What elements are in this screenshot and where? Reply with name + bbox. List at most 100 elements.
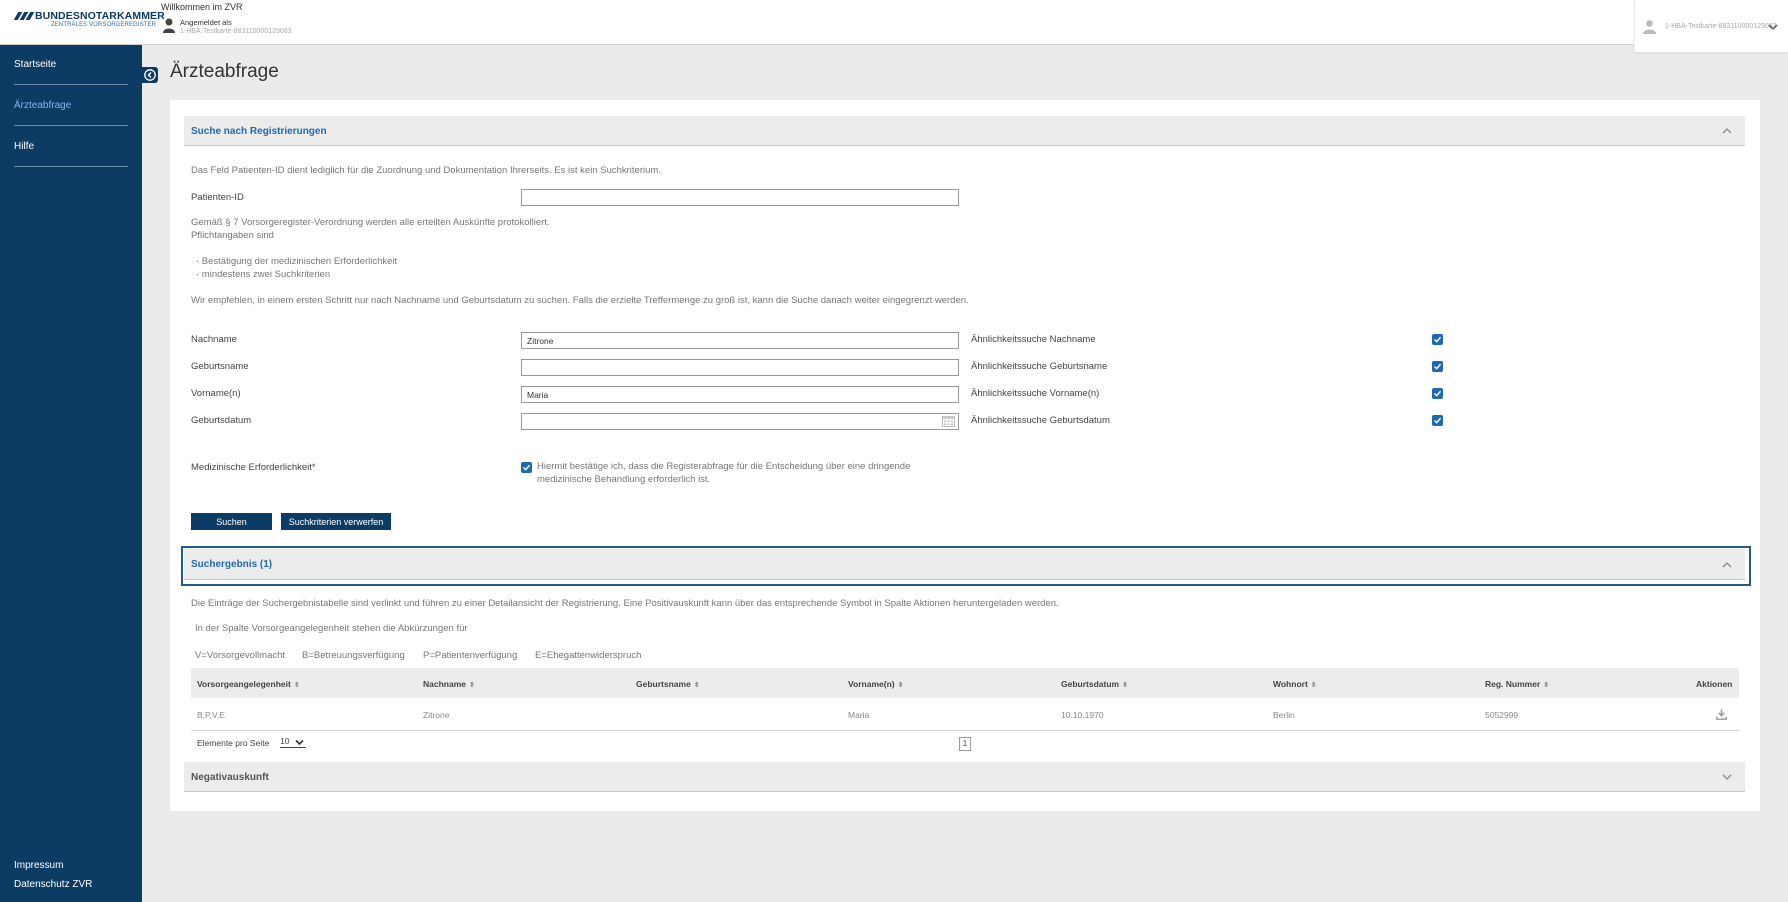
medical-confirm-text: Hiermit bestätige ich, dass die Register…: [537, 461, 911, 472]
required-label: Pflichtangaben sind: [191, 230, 274, 241]
vorname-label: Vorname(n): [191, 388, 241, 399]
sort-icon: ⬍: [469, 682, 475, 689]
bundesnotarkammer-logo[interactable]: BUNDESNOTARKAMMER ZENTRALES VORSORGEREGI…: [13, 10, 165, 32]
similar-nachname-checkbox[interactable]: [1432, 334, 1443, 345]
sidebar-collapse-button[interactable]: [142, 67, 158, 83]
top-header: BUNDESNOTARKAMMER ZENTRALES VORSORGEREGI…: [0, 0, 1788, 52]
sort-icon: ⬍: [897, 682, 904, 689]
user-icon: [1643, 20, 1656, 34]
abbrev-item: E=Ehegattenwiderspruch: [535, 650, 642, 661]
medical-confirm-checkbox[interactable]: [521, 462, 532, 473]
abbrev-item: P=Patientenverfügung: [423, 650, 518, 661]
search-section-header[interactable]: Suche nach Registrierungen: [184, 116, 1745, 146]
patient-id-input[interactable]: [521, 189, 959, 206]
cell-vorname: Maria: [848, 710, 870, 720]
abbrev-item: V=Vorsorgevollmacht: [195, 650, 286, 661]
medical-confirm-text-2: medizinische Behandlung erforderlich ist…: [537, 474, 711, 485]
search-button[interactable]: Suchen: [191, 513, 272, 530]
sidebar: Startseite Ärzteabfrage Hilfe Impressum …: [0, 45, 142, 902]
per-page-label: Elemente pro Seite: [197, 738, 270, 748]
nachname-label: Nachname: [191, 334, 237, 345]
checkmark-icon: [1433, 363, 1442, 370]
similar-vorname-checkbox[interactable]: [1432, 388, 1443, 399]
column-header-geburtsname[interactable]: Geburtsname ⬍: [636, 679, 700, 689]
cell-geburtsdatum: 10.10.1970: [1061, 710, 1104, 720]
sort-icon: ⬍: [693, 682, 700, 689]
per-page-value: 10: [280, 736, 290, 746]
reset-criteria-button[interactable]: Suchkriterien verwerfen: [281, 513, 391, 530]
result-intro: Die Einträge der Suchergebnistabelle sin…: [191, 598, 1059, 609]
similar-geburtsname-checkbox[interactable]: [1432, 361, 1443, 372]
cell-nachname: Zitrone: [423, 710, 450, 720]
chevron-down-icon[interactable]: [1768, 22, 1778, 32]
column-header-vorsorge[interactable]: Vorsorgeangelegenheit ⬍: [197, 679, 300, 689]
sort-icon: ⬍: [293, 682, 300, 689]
sort-icon: ⬍: [1122, 682, 1128, 689]
logged-in-card: 1-HBA-Testkarte-883110000129083: [180, 28, 292, 35]
negative-section-header[interactable]: Negativauskunft: [184, 762, 1745, 792]
sidebar-item-label: Ärzteabfrage: [14, 100, 72, 111]
sidebar-item-aerzteabfrage[interactable]: Ärzteabfrage: [14, 86, 128, 126]
geburtsname-input[interactable]: [521, 359, 959, 376]
download-icon[interactable]: [1716, 709, 1727, 720]
similar-geburtsdatum-label: Ähnlichkeitssuche Geburtsdatum: [971, 415, 1110, 426]
patient-id-label: Patienten-ID: [191, 192, 244, 203]
table-row[interactable]: B,P,V,E Zitrone Maria 10.10.1970 Berlin …: [191, 698, 1739, 731]
column-header-aktionen: Aktionen: [1696, 679, 1733, 689]
checkmark-icon: [522, 464, 531, 471]
logged-in-label: Angemeldet als: [180, 18, 232, 27]
sidebar-item-label: Hilfe: [14, 141, 35, 152]
vorname-input[interactable]: [521, 386, 959, 403]
chevron-up-icon[interactable]: [1721, 125, 1733, 137]
checkmark-icon: [1433, 336, 1442, 343]
similar-vorname-label: Ähnlichkeitssuche Vorname(n): [971, 388, 1100, 399]
logo-name: BUNDESNOTARKAMMER: [35, 10, 165, 22]
geburtsdatum-input[interactable]: [521, 413, 959, 430]
required-item: · mindestens zwei Suchkriterien: [196, 269, 331, 280]
page-title: Ärzteabfrage: [170, 61, 279, 82]
similar-geburtsdatum-checkbox[interactable]: [1432, 415, 1443, 426]
geburtsdatum-label: Geburtsdatum: [191, 415, 252, 426]
similar-nachname-label: Ähnlichkeitssuche Nachname: [971, 334, 1096, 345]
search-recommendation: Wir empfehlen, in einem ersten Schritt n…: [191, 295, 969, 306]
column-header-nachname[interactable]: Nachname ⬍: [423, 679, 475, 689]
column-header-reg-nummer[interactable]: Reg. Nummer ⬍: [1485, 679, 1549, 689]
column-header-vorname[interactable]: Vorname(n) ⬍: [848, 679, 903, 689]
cell-reg-nummer: 5052999: [1485, 710, 1519, 720]
sidebar-item-startseite[interactable]: Startseite: [14, 45, 128, 85]
welcome-text: Willkommen im ZVR: [161, 2, 243, 12]
calendar-icon[interactable]: [942, 415, 955, 427]
user-menu-text: 1-HBA-Testkarte-883110000129083: [1665, 23, 1777, 30]
similar-geburtsname-label: Ähnlichkeitssuche Geburtsname: [971, 361, 1108, 372]
cell-wohnort: Berlin: [1273, 710, 1295, 720]
collapse-left-icon: [144, 69, 156, 81]
result-section-focus-frame: [181, 546, 1751, 586]
column-header-geburtsdatum[interactable]: Geburtsdatum ⬍: [1061, 679, 1128, 689]
logo-subtitle: ZENTRALES VORSORGEREGISTER: [51, 22, 156, 28]
cell-vorsorge: B,P,V,E: [197, 710, 225, 720]
impressum-link[interactable]: Impressum: [14, 860, 63, 871]
negative-section-title: Negativauskunft: [191, 772, 269, 783]
sidebar-item-label: Startseite: [14, 59, 57, 70]
nachname-input[interactable]: [521, 332, 959, 349]
chevron-down-icon: [295, 739, 304, 746]
datenschutz-link[interactable]: Datenschutz ZVR: [14, 879, 92, 890]
checkmark-icon: [1433, 417, 1442, 424]
patient-id-intro: Das Feld Patienten-ID dient lediglich fü…: [191, 165, 661, 176]
required-item: · Bestätigung der medizinischen Erforder…: [196, 256, 398, 267]
table-header: Vorsorgeangelegenheit ⬍ Nachname ⬍ Geburts…: [191, 668, 1739, 698]
user-menu[interactable]: 1-HBA-Testkarte-883110000129083: [1634, 0, 1788, 52]
chevron-down-icon[interactable]: [1721, 771, 1733, 783]
search-section-title: Suche nach Registrierungen: [191, 126, 327, 137]
per-page-select[interactable]: 10: [280, 736, 306, 748]
protocol-note: Gemäß § 7 Vorsorgeregister-Verordnung we…: [191, 217, 550, 228]
user-icon: [163, 18, 175, 33]
checkmark-icon: [1433, 390, 1442, 397]
page-number-button[interactable]: 1: [959, 737, 971, 751]
sort-icon: ⬍: [1310, 682, 1317, 689]
logo-mark-icon: [13, 12, 36, 20]
sidebar-item-hilfe[interactable]: Hilfe: [14, 127, 128, 167]
column-header-wohnort[interactable]: Wohnort ⬍: [1273, 679, 1317, 689]
geburtsname-label: Geburtsname: [191, 361, 249, 372]
sort-icon: ⬍: [1543, 682, 1550, 689]
